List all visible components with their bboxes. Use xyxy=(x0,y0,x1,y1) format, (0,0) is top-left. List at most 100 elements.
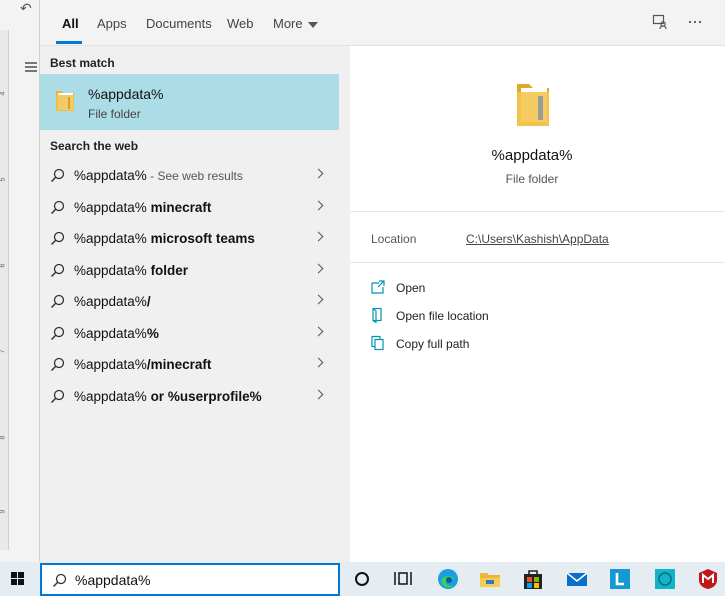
query-text: %appdata% xyxy=(74,263,151,278)
search-icon xyxy=(50,326,65,344)
divider xyxy=(350,262,725,263)
search-flyout: All Apps Documents Web More Best match %… xyxy=(40,0,725,562)
search-icon xyxy=(50,168,65,186)
divider xyxy=(350,211,725,212)
chevron-right-icon[interactable] xyxy=(313,231,324,242)
web-result-text: %appdata% or %userprofile% xyxy=(74,389,262,404)
preview-title: %appdata% xyxy=(491,147,573,164)
active-tab-indicator xyxy=(56,41,82,44)
windows-start-icon[interactable] xyxy=(11,572,25,586)
tab-more[interactable]: More xyxy=(273,16,318,31)
mail-icon[interactable] xyxy=(565,567,589,591)
query-text: %appdata% xyxy=(74,357,147,372)
folder-icon xyxy=(54,87,76,116)
file-explorer-icon[interactable] xyxy=(478,567,502,591)
tab-apps[interactable]: Apps xyxy=(97,16,127,31)
tab-more-label: More xyxy=(273,16,303,31)
web-heading: Search the web xyxy=(50,139,139,153)
results-list: Best match %appdata% File folder Search … xyxy=(40,46,339,562)
preview-card: %appdata% File folder Location C:\Users\… xyxy=(350,46,725,562)
preview-kind: File folder xyxy=(505,172,559,186)
chevron-right-icon[interactable] xyxy=(313,168,324,179)
search-icon xyxy=(50,357,65,375)
open-icon xyxy=(370,279,386,298)
taskbar-search-box[interactable] xyxy=(40,563,340,596)
ruler-number: 5 xyxy=(0,177,7,182)
background-document: ↶ 4 5 6 7 8 9 xyxy=(0,0,40,562)
web-result-text: %appdata%% xyxy=(74,326,159,341)
location-link[interactable]: C:\Users\Kashish\AppData xyxy=(466,232,609,246)
suggestion-text: minecraft xyxy=(150,200,212,215)
app-square-icon[interactable] xyxy=(653,567,677,591)
web-result-text: %appdata%/minecraft xyxy=(74,357,211,372)
search-icon xyxy=(52,573,67,591)
query-text: %appdata% xyxy=(74,294,147,309)
web-result[interactable]: %appdata% folder xyxy=(40,255,339,286)
web-result[interactable]: %appdata% - See web results xyxy=(40,160,339,191)
query-text: %appdata% xyxy=(74,389,151,404)
tab-web[interactable]: Web xyxy=(227,16,254,31)
chevron-down-icon xyxy=(307,21,318,28)
location-label: Location xyxy=(371,232,417,246)
query-text: %appdata% xyxy=(74,200,151,215)
vertical-ruler: 4 5 6 7 8 9 xyxy=(0,30,9,550)
web-result[interactable]: %appdata% minecraft xyxy=(40,192,339,223)
cortana-icon[interactable] xyxy=(350,567,374,591)
tab-documents[interactable]: Documents xyxy=(146,16,212,31)
open-file-location-label: Open file location xyxy=(396,309,489,323)
query-text: %appdata% xyxy=(74,326,147,341)
chevron-right-icon[interactable] xyxy=(313,200,324,211)
web-result[interactable]: %appdata%/ xyxy=(40,286,339,317)
tab-all[interactable]: All xyxy=(62,16,79,31)
ruler-number: 8 xyxy=(0,435,7,440)
web-result-text: %appdata% - See web results xyxy=(74,168,243,183)
more-options-icon[interactable] xyxy=(686,14,704,32)
web-result-text: %appdata% microsoft teams xyxy=(74,231,255,246)
feedback-icon[interactable] xyxy=(651,14,669,32)
web-result[interactable]: %appdata%/minecraft xyxy=(40,349,339,380)
web-result[interactable]: %appdata% or %userprofile% xyxy=(40,381,339,412)
mcafee-icon[interactable] xyxy=(696,567,720,591)
suggestion-text: /minecraft xyxy=(146,357,212,372)
best-match-title: %appdata% xyxy=(88,86,164,102)
edge-icon[interactable] xyxy=(436,567,460,591)
open-label: Open xyxy=(396,281,426,295)
task-view-icon[interactable] xyxy=(391,567,415,591)
ruler-number: 6 xyxy=(0,263,7,268)
chevron-right-icon[interactable] xyxy=(313,294,324,305)
search-icon xyxy=(50,294,65,312)
app-l-icon[interactable] xyxy=(608,567,632,591)
web-result[interactable]: %appdata%% xyxy=(40,318,339,349)
store-icon[interactable] xyxy=(521,567,545,591)
outline-icon xyxy=(25,60,37,74)
undo-icon: ↶ xyxy=(20,0,32,16)
large-folder-icon xyxy=(514,76,552,131)
best-match-item[interactable]: %appdata% File folder xyxy=(40,74,339,130)
suggestion-text: or %userprofile% xyxy=(150,389,262,404)
chevron-right-icon[interactable] xyxy=(313,263,324,274)
web-result-text: %appdata% folder xyxy=(74,263,188,278)
suggestion-text: / xyxy=(146,294,151,309)
best-match-subtitle: File folder xyxy=(88,107,141,121)
chevron-right-icon[interactable] xyxy=(313,326,324,337)
ruler-number: 4 xyxy=(0,91,7,96)
file-location-icon xyxy=(370,307,386,326)
search-icon xyxy=(50,200,65,218)
suggestion-text: microsoft teams xyxy=(150,231,255,246)
search-icon xyxy=(50,231,65,249)
web-result-text: %appdata% minecraft xyxy=(74,200,211,215)
copy-path-icon xyxy=(370,335,386,354)
copy-full-path-label: Copy full path xyxy=(396,337,470,351)
search-input[interactable] xyxy=(75,570,325,590)
search-icon xyxy=(50,389,65,407)
query-text: %appdata% xyxy=(74,168,147,183)
chevron-right-icon[interactable] xyxy=(313,357,324,368)
web-result[interactable]: %appdata% microsoft teams xyxy=(40,223,339,254)
filter-tabs: All Apps Documents Web More xyxy=(40,0,725,46)
suggestion-text: % xyxy=(146,326,159,341)
ruler-number: 7 xyxy=(0,349,7,354)
ruler-number: 9 xyxy=(0,509,7,514)
chevron-right-icon[interactable] xyxy=(313,389,324,400)
hint-text: - See web results xyxy=(146,169,243,183)
preview-pane: %appdata% File folder Location C:\Users\… xyxy=(339,46,725,562)
